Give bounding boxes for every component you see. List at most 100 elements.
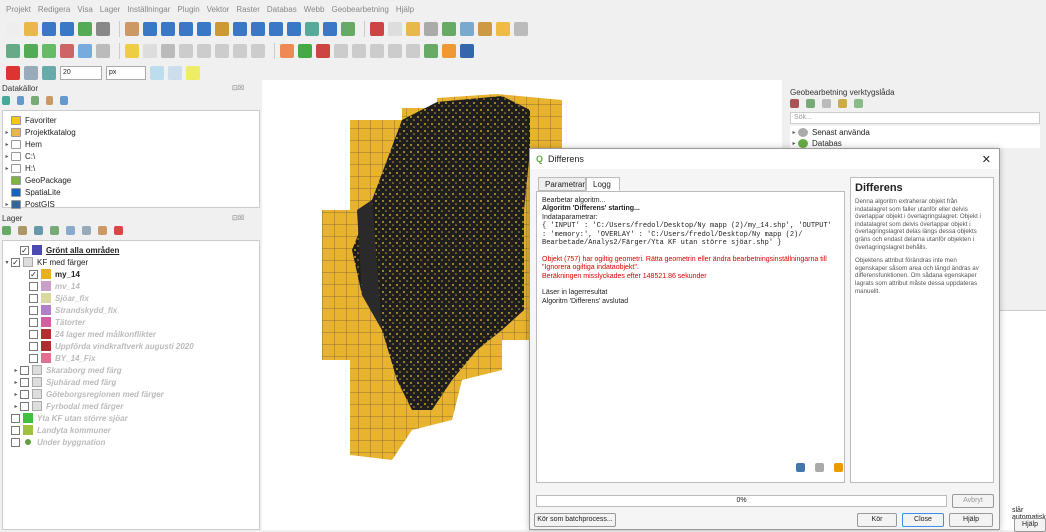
menu-item[interactable]: Geobearbetning [331, 5, 388, 14]
menu-item[interactable]: Redigera [38, 5, 70, 14]
toolbar-edit-icon[interactable] [316, 44, 330, 58]
expand-arrow-icon[interactable]: ▸ [3, 201, 11, 208]
menu-item[interactable]: Vektor [207, 5, 230, 14]
toolbar-tool-icon[interactable] [341, 22, 355, 36]
python-icon[interactable] [838, 99, 847, 108]
layer-visibility-checkbox[interactable] [20, 365, 29, 375]
toolbar-edit-icon[interactable] [6, 44, 20, 58]
toolbar-edit-icon[interactable] [406, 44, 420, 58]
toolbar-edit-icon[interactable] [197, 44, 211, 58]
toolbar-edit-icon[interactable] [161, 44, 175, 58]
toolbar-tool-icon[interactable] [143, 22, 157, 36]
toolbar-edit-icon[interactable] [370, 44, 384, 58]
expand-arrow-icon[interactable]: ▸ [3, 165, 11, 172]
toolbar-edit-icon[interactable] [215, 44, 229, 58]
clear-log-icon[interactable] [834, 463, 843, 472]
panel-controls-icon[interactable]: ⊡☒ [232, 84, 244, 92]
browser-item[interactable]: ▸ H:\ [3, 162, 35, 174]
layer-visibility-checkbox[interactable]: ✓ [29, 269, 38, 279]
toolbar-edit-icon[interactable] [280, 44, 294, 58]
trace-icon[interactable] [186, 66, 200, 80]
unit-select[interactable]: px [106, 66, 146, 80]
layer-item[interactable]: Tätorter [21, 316, 85, 328]
menu-item[interactable]: Raster [236, 5, 260, 14]
layer-visibility-checkbox[interactable] [29, 293, 38, 303]
batch-process-button[interactable]: Kör som batchprocess... [534, 513, 616, 527]
layer-visibility-checkbox[interactable] [11, 425, 20, 435]
expand-icon[interactable] [82, 226, 91, 235]
collapse-icon[interactable] [45, 96, 54, 105]
toolbar-edit-icon[interactable] [352, 44, 366, 58]
snapping-layers-icon[interactable] [24, 66, 38, 80]
toolbar-tool-icon[interactable] [251, 22, 265, 36]
toolbar-tool-icon[interactable] [125, 22, 139, 36]
layer-visibility-checkbox[interactable] [29, 305, 38, 315]
filter-legend-icon[interactable] [66, 226, 75, 235]
toolbar-edit-icon[interactable] [78, 44, 92, 58]
tab-logg[interactable]: Logg [586, 177, 620, 191]
layer-item[interactable]: ✓ Grönt alla områden [12, 244, 119, 256]
style-icon[interactable] [2, 226, 11, 235]
toolbar-edit-icon[interactable] [424, 44, 438, 58]
toolbar-tool-icon[interactable] [197, 22, 211, 36]
toolbar-edit-icon[interactable] [96, 44, 110, 58]
results-icon[interactable] [822, 99, 831, 108]
layer-item[interactable]: ▸ Sjuhärad med färg [12, 376, 116, 388]
menu-item[interactable]: Lager [100, 5, 120, 14]
expand-arrow-icon[interactable]: ▸ [12, 391, 20, 398]
expand-arrow-icon[interactable]: ▸ [12, 403, 20, 410]
menu-item[interactable]: Databas [267, 5, 297, 14]
toolbar-tool-icon[interactable] [233, 22, 247, 36]
close-button[interactable]: Close [902, 513, 944, 527]
layer-item[interactable]: Yta KF utan större sjöar [3, 412, 128, 424]
menu-item[interactable]: Projekt [6, 5, 31, 14]
layer-visibility-checkbox[interactable] [29, 353, 38, 363]
toolbar-tool-icon[interactable] [406, 22, 420, 36]
refresh-icon[interactable] [2, 96, 10, 105]
layer-item[interactable]: Landyta kommuner [3, 424, 111, 436]
toolbar-tool-icon[interactable] [323, 22, 337, 36]
layer-visibility-checkbox[interactable] [11, 437, 20, 447]
add-group-icon[interactable] [18, 226, 27, 235]
layer-visibility-checkbox[interactable] [20, 389, 29, 399]
expand-arrow-icon[interactable]: ▸ [3, 141, 11, 148]
collapse-icon[interactable] [98, 226, 107, 235]
toolbar-edit-icon[interactable] [460, 44, 474, 58]
layer-item[interactable]: mv_14 [21, 280, 80, 292]
menu-item[interactable]: Hjälp [396, 5, 414, 14]
layer-item[interactable]: ▸ Skaraborg med färg [12, 364, 122, 376]
options-icon[interactable] [854, 99, 863, 108]
menu-item[interactable]: Visa [77, 5, 92, 14]
expand-arrow-icon[interactable]: ▸ [790, 140, 798, 147]
toolbar-edit-icon[interactable] [42, 44, 56, 58]
filter-icon[interactable] [31, 96, 39, 105]
layer-visibility-checkbox[interactable]: ✓ [11, 257, 20, 267]
layer-item[interactable]: ▸ Fyrbodal med färger [12, 400, 123, 412]
geoprocessing-search-input[interactable]: Sök... [790, 112, 1040, 124]
toolbar-tool-icon[interactable] [305, 22, 319, 36]
toolbar-tool-icon[interactable] [460, 22, 474, 36]
models-icon[interactable] [790, 99, 799, 108]
toolbar-edit-icon[interactable] [388, 44, 402, 58]
info-icon[interactable] [60, 96, 68, 105]
browser-item[interactable]: GeoPackage [3, 174, 71, 186]
help-button[interactable]: Hjälp [949, 513, 993, 527]
toolbar-edit-icon[interactable] [298, 44, 312, 58]
layer-visibility-checkbox[interactable] [20, 377, 29, 387]
toolbar-tool-icon[interactable] [478, 22, 492, 36]
layer-visibility-checkbox[interactable] [29, 329, 38, 339]
tab-parametrar[interactable]: Parametrar [538, 177, 586, 191]
expand-arrow-icon[interactable]: ▾ [3, 259, 11, 266]
toolbar-edit-icon[interactable] [334, 44, 348, 58]
toolbar-tool-icon[interactable] [6, 22, 20, 36]
menu-item[interactable]: Plugin [177, 5, 199, 14]
history-icon[interactable] [806, 99, 815, 108]
snapping-vertex-icon[interactable] [42, 66, 56, 80]
expand-arrow-icon[interactable]: ▸ [790, 129, 798, 136]
toolbar-tool-icon[interactable] [442, 22, 456, 36]
toolbar-tool-icon[interactable] [78, 22, 92, 36]
toolbar-tool-icon[interactable] [179, 22, 193, 36]
layer-visibility-checkbox[interactable] [20, 401, 29, 411]
layer-visibility-checkbox[interactable]: ✓ [20, 245, 29, 255]
browser-item[interactable]: ▸ Hem [3, 138, 42, 150]
